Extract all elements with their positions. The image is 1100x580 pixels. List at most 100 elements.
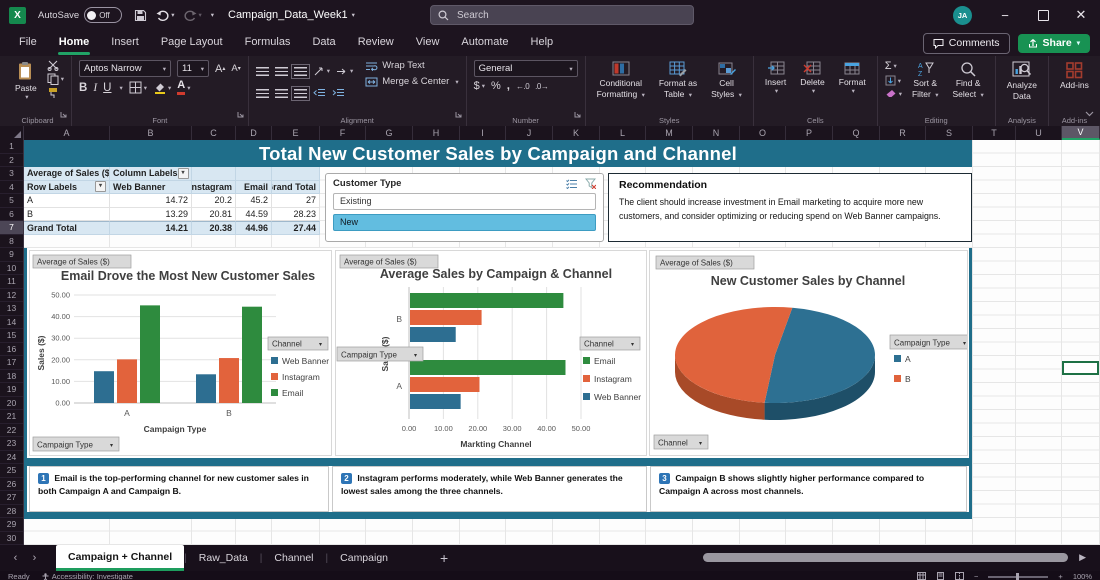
menu-insert[interactable]: Insert xyxy=(100,30,150,56)
column-header-F[interactable]: F xyxy=(320,126,366,140)
row-header-13[interactable]: 13 xyxy=(0,302,23,316)
pivot-cell[interactable]: 28.23 xyxy=(272,208,320,222)
row-header-23[interactable]: 23 xyxy=(0,437,23,451)
zoom-slider[interactable] xyxy=(988,576,1048,578)
zoom-in-button[interactable]: + xyxy=(1058,572,1062,580)
column-header-T[interactable]: T xyxy=(973,126,1016,140)
align-left-icon[interactable] xyxy=(256,89,269,98)
row-header-12[interactable]: 12 xyxy=(0,289,23,303)
legend-field-button[interactable]: Campaign Type▾ xyxy=(890,335,967,349)
menu-page-layout[interactable]: Page Layout xyxy=(150,30,234,56)
save-button[interactable] xyxy=(134,9,147,22)
axis-field-button[interactable]: Campaign Type▾ xyxy=(33,437,119,451)
column-header-I[interactable]: I xyxy=(460,126,506,140)
row-header-8[interactable]: 8 xyxy=(0,235,23,249)
column-header-L[interactable]: L xyxy=(600,126,646,140)
row-header-1[interactable]: 1 xyxy=(0,140,23,154)
customer-type-slicer[interactable]: Customer Type ExistingNew xyxy=(325,173,604,242)
menu-automate[interactable]: Automate xyxy=(450,30,519,56)
sheet-tab-channel[interactable]: Channel xyxy=(262,545,325,571)
slicer-item-existing[interactable]: Existing xyxy=(333,193,596,210)
row-header-20[interactable]: 20 xyxy=(0,397,23,411)
column-header-E[interactable]: E xyxy=(272,126,320,140)
font-color-button[interactable]: A▾ xyxy=(177,80,190,95)
increase-indent-button[interactable] xyxy=(332,88,345,98)
pivot-cell[interactable]: 20.38 xyxy=(192,221,236,235)
orientation-button[interactable]: ▾ xyxy=(313,66,330,77)
redo-dropdown-icon[interactable]: ▾ xyxy=(198,11,201,19)
clear-button[interactable]: ▾ xyxy=(885,89,902,99)
underline-dropdown-icon[interactable]: ▾ xyxy=(119,84,122,92)
merge-center-button[interactable]: Merge & Center ▾ xyxy=(365,76,458,87)
pie-chart[interactable]: New Customer Sales by ChannelAverage of … xyxy=(649,250,968,456)
value-field-button[interactable]: Average of Sales ($) xyxy=(33,255,131,268)
column-header-C[interactable]: C xyxy=(192,126,236,140)
column-header-G[interactable]: G xyxy=(366,126,413,140)
pivot-cell[interactable]: 44.96 xyxy=(236,221,272,235)
column-header-N[interactable]: N xyxy=(693,126,740,140)
format-as-table-button[interactable]: Format as Table ▾ xyxy=(655,60,701,101)
sheet-tab-campaign[interactable]: Campaign xyxy=(328,545,400,571)
menu-view[interactable]: View xyxy=(405,30,451,56)
customize-qat-icon[interactable]: ▾ xyxy=(211,11,214,19)
legend-field-button[interactable]: Channel▾ xyxy=(580,337,640,350)
pivot-cell[interactable]: Column Labels▾ xyxy=(110,167,192,181)
avatar[interactable]: JA xyxy=(953,6,972,25)
comma-style-button[interactable]: , xyxy=(507,80,510,92)
column-header-H[interactable]: H xyxy=(413,126,460,140)
sheet-grid[interactable]: 1234567891011121314151617181920212223242… xyxy=(0,140,1100,545)
autosum-button[interactable]: Σ▾ xyxy=(885,60,902,72)
pivot-cell[interactable]: Web Banner xyxy=(110,181,192,195)
wrap-text-button[interactable]: Wrap Text xyxy=(365,60,458,71)
column-chart[interactable]: Email Drove the Most New Customer Sales0… xyxy=(29,250,332,456)
column-header-Q[interactable]: Q xyxy=(833,126,880,140)
pivot-cell[interactable]: 45.2 xyxy=(236,194,272,208)
legend-field-button[interactable]: Channel▾ xyxy=(268,337,328,350)
accounting-format-button[interactable]: $▾ xyxy=(474,80,485,92)
conditional-formatting-button[interactable]: Conditional Formatting ▾ xyxy=(593,60,649,101)
pivot-cell[interactable]: Email xyxy=(236,181,272,195)
format-cells-button[interactable]: Format▾ xyxy=(835,60,870,97)
search-input[interactable] xyxy=(455,9,686,22)
column-header-U[interactable]: U xyxy=(1016,126,1062,140)
pivot-cell[interactable] xyxy=(272,167,320,181)
font-dialog-launcher[interactable] xyxy=(237,105,244,123)
pivot-cell[interactable]: 27 xyxy=(272,194,320,208)
prev-sheet-button[interactable]: ‹ xyxy=(6,552,25,564)
column-header-A[interactable]: A xyxy=(24,126,110,140)
font-size-select[interactable]: 11▾ xyxy=(177,60,209,77)
align-middle-icon[interactable] xyxy=(275,67,288,76)
minimize-button[interactable]: − xyxy=(986,0,1024,30)
page-break-view-icon[interactable] xyxy=(955,572,964,580)
pivot-cell[interactable]: Row Labels▾ xyxy=(24,181,110,195)
comments-button[interactable]: Comments xyxy=(923,33,1010,54)
alignment-dialog-launcher[interactable] xyxy=(455,105,462,123)
search-box[interactable] xyxy=(430,5,694,25)
decrease-indent-button[interactable] xyxy=(313,88,326,98)
filter-dropdown-icon[interactable]: ▾ xyxy=(178,168,189,179)
row-header-19[interactable]: 19 xyxy=(0,383,23,397)
clear-filter-icon[interactable] xyxy=(585,178,596,189)
pivot-cell[interactable]: 44.59 xyxy=(236,208,272,222)
align-center-icon[interactable] xyxy=(275,89,288,98)
pivot-cell[interactable] xyxy=(192,167,236,181)
column-header-V[interactable]: V xyxy=(1062,126,1100,140)
menu-home[interactable]: Home xyxy=(48,30,101,56)
row-header-11[interactable]: 11 xyxy=(0,275,23,289)
menu-review[interactable]: Review xyxy=(347,30,405,56)
row-header-29[interactable]: 29 xyxy=(0,518,23,532)
cell-styles-button[interactable]: Cell Styles ▾ xyxy=(707,60,746,101)
row-header-24[interactable]: 24 xyxy=(0,451,23,465)
column-header-M[interactable]: M xyxy=(646,126,693,140)
analyze-data-button[interactable]: Analyze Data xyxy=(1003,60,1041,102)
pivot-cell[interactable]: B xyxy=(24,208,110,222)
pivot-cell[interactable]: 14.72 xyxy=(110,194,192,208)
pivot-cell[interactable]: 27.44 xyxy=(272,221,320,235)
row-header-4[interactable]: 4 xyxy=(0,181,23,195)
selected-cell[interactable] xyxy=(1062,361,1099,375)
decrease-decimal-button[interactable]: .0→ xyxy=(535,82,548,91)
menu-file[interactable]: File xyxy=(8,30,48,56)
text-direction-button[interactable]: ▾ xyxy=(336,66,353,77)
fill-color-button[interactable]: ▾ xyxy=(153,81,171,94)
italic-button[interactable]: I xyxy=(93,82,97,94)
